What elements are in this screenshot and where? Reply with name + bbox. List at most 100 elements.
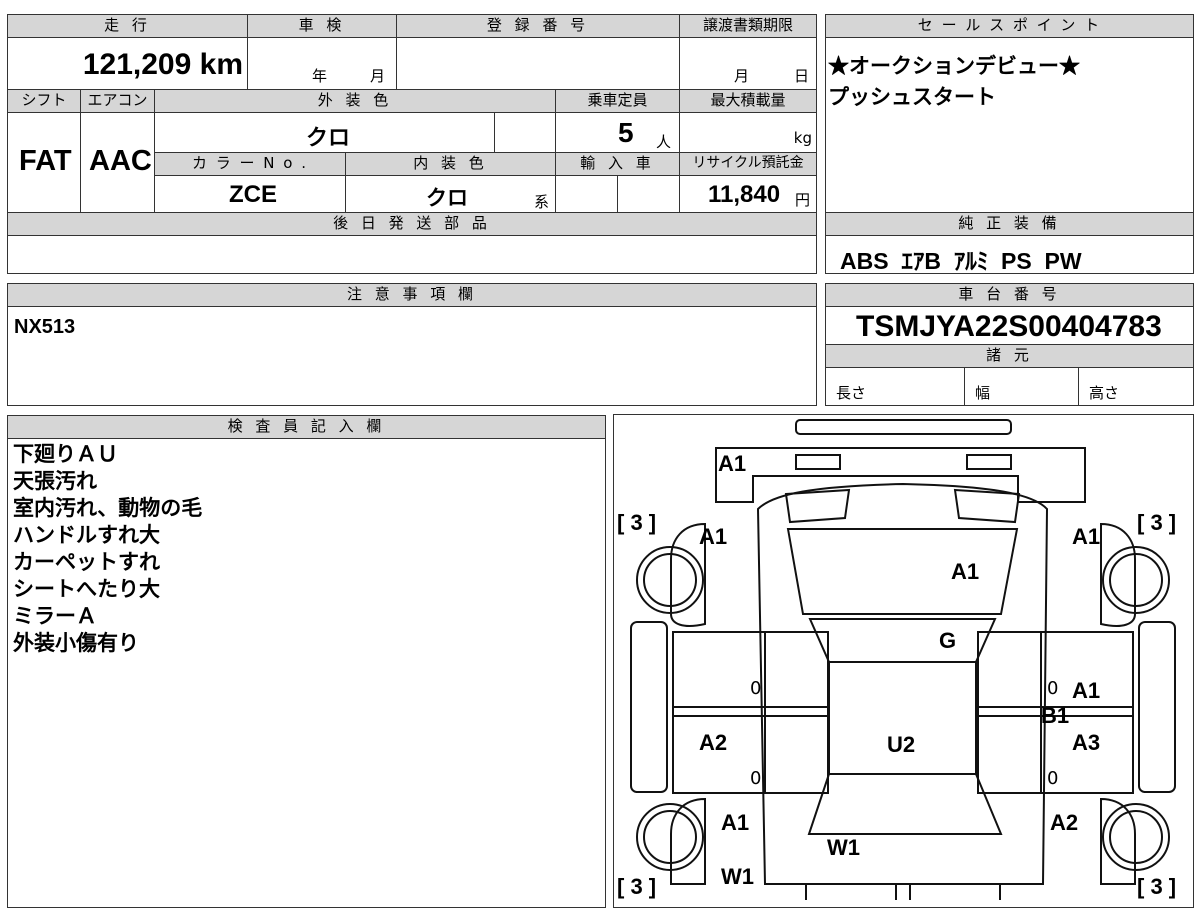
mileage-cell: 121,209 km	[7, 37, 248, 90]
mark-rear-glass: W1	[827, 835, 860, 860]
max-load-cell: kg	[679, 112, 817, 153]
inspection-header: 車 検	[247, 14, 397, 38]
width-cell: 幅	[964, 367, 1079, 406]
cautions-header: 注 意 事 項 欄	[7, 283, 817, 307]
shift-header: シフト	[7, 89, 81, 113]
mark-hood: A1	[951, 559, 980, 584]
mark-right-rear-door: A3	[1072, 730, 1101, 755]
import-cell-a	[555, 175, 618, 213]
capacity-cell: 5 人	[555, 112, 680, 153]
mark-left-rear-door: A2	[699, 730, 728, 755]
cautions-value: NX513	[14, 316, 76, 338]
pillar-mark: 0	[1047, 768, 1059, 789]
shift-value: FAT	[19, 145, 72, 177]
inspection-cell: 年 月	[247, 37, 397, 90]
pillar-mark: 0	[750, 678, 762, 699]
recycle-fee-cell: 11,840 円	[679, 175, 817, 213]
height-cell: 高さ	[1078, 367, 1194, 406]
chassis-value: TSMJYA22S00404783	[856, 310, 1162, 343]
max-load-unit: kg	[793, 129, 812, 147]
mark-right-front-door-b: B1	[1041, 703, 1070, 728]
interior-color-cell: クロ 系	[345, 175, 556, 213]
registration-header: 登 録 番 号	[396, 14, 680, 38]
later-parts-cell	[7, 235, 817, 274]
tire-rear-right: [ 3 ]	[1137, 874, 1177, 899]
ac-header: エアコン	[80, 89, 155, 113]
interior-color-header: 内 装 色	[345, 152, 556, 176]
car-diagram	[630, 419, 1176, 900]
sales-point-line-1: ★オークションデビュー★	[828, 55, 1080, 78]
standard-equipment-cell: ABS ｴｱB ｱﾙﾐ PS PW	[825, 235, 1194, 274]
inspector-note: 天張汚れ	[13, 469, 97, 493]
tire-front-left: [ 3 ]	[617, 510, 657, 535]
sales-points-cell: ★オークションデビュー★ プッシュスタート	[825, 37, 1194, 213]
interior-color-suffix: 系	[534, 193, 550, 211]
color-no-value: ZCE	[229, 181, 277, 208]
inspector-note: ミラーＡ	[13, 604, 97, 628]
inspector-cell: 下廻りＡＵ 天張汚れ 室内汚れ、動物の毛 ハンドルすれ大 カーペットすれ シート…	[7, 438, 606, 908]
tire-rear-left: [ 3 ]	[617, 874, 657, 899]
mark-left-rear-fender: A1	[721, 810, 750, 835]
inspector-header: 検 査 員 記 入 欄	[7, 415, 606, 439]
capacity-header: 乗車定員	[555, 89, 680, 113]
exterior-color-cell: クロ	[154, 112, 495, 153]
inspector-note: 室内汚れ、動物の毛	[13, 496, 203, 520]
capacity-value: 5	[618, 117, 634, 148]
exterior-color-header: 外 装 色	[154, 89, 556, 113]
mark-roof: U2	[887, 732, 916, 757]
max-load-header: 最大積載量	[679, 89, 817, 113]
inspector-note: ハンドルすれ大	[13, 523, 160, 547]
length-label: 長さ	[836, 384, 867, 402]
sales-points-header: セ ー ル ス ポ イ ン ト	[825, 14, 1194, 38]
ac-cell: AAC	[80, 112, 155, 213]
color-no-cell: ZCE	[154, 175, 346, 213]
mileage-value: 121,209 km	[82, 48, 243, 81]
standard-equipment-header: 純 正 装 備	[825, 212, 1194, 236]
import-cell-b	[617, 175, 680, 213]
mark-left-rear-glass: W1	[721, 864, 754, 889]
standard-equipment-value: ABS ｴｱB ｱﾙﾐ PS PW	[840, 248, 1082, 274]
inspection-month: 月	[370, 67, 386, 85]
transfer-deadline-cell: 月 日	[679, 37, 817, 90]
height-label: 高さ	[1089, 384, 1120, 402]
mileage-header: 走 行	[7, 14, 248, 38]
inspector-notes: 下廻りＡＵ 天張汚れ 室内汚れ、動物の毛 ハンドルすれ大 カーペットすれ シート…	[13, 441, 202, 657]
inspection-year: 年	[312, 67, 328, 85]
recycle-fee-header: リサイクル預託金	[679, 152, 817, 176]
import-header: 輸 入 車	[555, 152, 680, 176]
mark-front-left-fender: A1	[699, 524, 728, 549]
sales-point-line-2: プッシュスタート	[828, 86, 996, 109]
inspector-note: カーペットすれ	[13, 550, 160, 574]
specs-header: 諸 元	[825, 344, 1194, 368]
transfer-day: 日	[794, 67, 810, 85]
mark-right-front-door: A1	[1072, 678, 1101, 703]
pillar-mark: 0	[1047, 678, 1059, 699]
capacity-unit: 人	[656, 133, 672, 151]
inspector-note: 外装小傷有り	[13, 631, 139, 655]
width-label: 幅	[975, 384, 991, 402]
shift-cell: FAT	[7, 112, 81, 213]
mark-front-right-fender: A1	[1072, 524, 1101, 549]
interior-color-value: クロ	[426, 187, 468, 210]
ac-value: AAC	[89, 145, 152, 177]
tire-front-right: [ 3 ]	[1137, 510, 1177, 535]
mark-front-bumper: A1	[718, 451, 747, 476]
recycle-fee-value: 11,840	[708, 181, 781, 208]
pillar-mark: 0	[750, 768, 762, 789]
mark-right-rear-fender: A2	[1050, 810, 1079, 835]
transfer-month: 月	[734, 67, 750, 85]
chassis-cell: TSMJYA22S00404783	[825, 306, 1194, 345]
registration-cell	[396, 37, 680, 90]
cautions-cell: NX513	[7, 306, 817, 406]
exterior-color-extra-cell	[494, 112, 556, 153]
mark-windshield: G	[939, 628, 957, 653]
chassis-header: 車 台 番 号	[825, 283, 1194, 307]
length-cell: 長さ	[825, 367, 965, 406]
inspector-note: 下廻りＡＵ	[13, 442, 118, 466]
color-no-header: カ ラ ー N o .	[154, 152, 346, 176]
inspector-note: シートへたり大	[13, 577, 160, 601]
recycle-fee-unit: 円	[795, 191, 811, 209]
later-parts-header: 後 日 発 送 部 品	[7, 212, 817, 236]
transfer-deadline-header: 譲渡書類期限	[679, 14, 817, 38]
exterior-color-value: クロ	[306, 125, 351, 150]
